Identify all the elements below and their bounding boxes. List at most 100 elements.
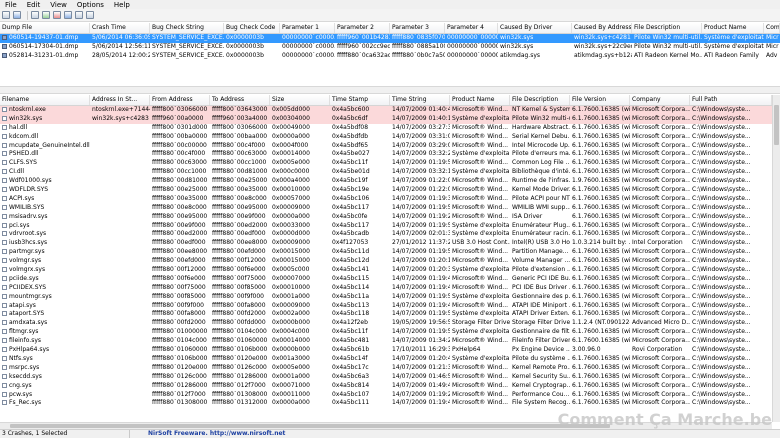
html-report-icon[interactable] [75, 11, 83, 19]
table-row[interactable]: Wdf01000.sys fffff880`00d81000 fffff880`00… [0, 177, 780, 186]
column-header-time-stamp[interactable]: Time Stamp [330, 95, 390, 105]
crash-list-header[interactable]: Dump File Crash Time Bug Check String Bug C… [0, 23, 780, 34]
cell-size: 0x0005e000 [272, 159, 310, 167]
column-header-comp[interactable]: Comp [764, 23, 780, 33]
column-header-caused-by-driver[interactable]: Caused By Driver [498, 23, 572, 33]
table-row[interactable]: atapi.sys fffff880`00f9f000 fffff880`00fa8… [0, 302, 780, 311]
cell-size: 0x00015000 [272, 257, 310, 265]
column-header-to-address[interactable]: To Address [210, 95, 270, 105]
table-row[interactable]: PxHlpa64.sys fffff880`01060000 fffff880`01… [0, 346, 780, 355]
pane-splitter[interactable] [0, 86, 780, 94]
driver-list-vertical-scrollbar[interactable] [772, 95, 780, 422]
scrollbar-thumb[interactable] [774, 105, 779, 145]
status-nirsoft-link[interactable]: NirSoft Freeware. http://www.nirsoft.net [130, 430, 285, 438]
column-header-parameter-3[interactable]: Parameter 3 [390, 23, 445, 33]
table-row[interactable]: partmgr.sys fffff880`00ee8000 fffff880`00e… [0, 248, 780, 257]
column-header-product-name[interactable]: Product Name [702, 23, 764, 33]
refresh-icon[interactable] [42, 11, 50, 19]
table-row[interactable]: WMILIB.SYS fffff880`00e8c000 fffff880`00e9… [0, 204, 780, 213]
cell-text: 060514-17304-01.dmp [9, 42, 79, 50]
column-header-caused-by-address[interactable]: Caused By Address [572, 23, 632, 33]
cell-to-address: fffff800`03066000 [212, 123, 268, 131]
properties-icon[interactable] [53, 11, 61, 19]
copy-icon[interactable] [31, 11, 39, 19]
table-row[interactable]: cng.sys fffff880`01286000 fffff880`012f700… [0, 382, 780, 391]
scrollbar-thumb-horizontal[interactable] [10, 424, 610, 428]
column-header-file-description[interactable]: File Description [632, 23, 702, 33]
table-row[interactable]: ataport.SYS fffff880`00fa8000 fffff880`00f… [0, 310, 780, 319]
table-row[interactable]: win32k.sys win32k.sys+c4283 fffff960`00a00… [0, 114, 780, 124]
column-header-bug-check-code[interactable]: Bug Check Code [224, 23, 280, 33]
table-row[interactable]: mountmgr.sys fffff880`00f85000 fffff880`00… [0, 293, 780, 302]
open-icon[interactable] [13, 11, 21, 19]
table-row[interactable]: CI.dll fffff880`00cc1000 fffff880`00d81000… [0, 168, 780, 177]
table-row[interactable]: PCIIDEX.SYS fffff880`00f75000 fffff880`00f… [0, 284, 780, 293]
column-header-from-address[interactable]: From Address [150, 95, 210, 105]
column-header-crash-time[interactable]: Crash Time [90, 23, 150, 33]
cell-to-address: fffff880`00e8c000 [212, 194, 267, 202]
table-row[interactable]: iusb3hcs.sys fffff880`00edf000 fffff880`00… [0, 239, 780, 248]
menu-view[interactable]: View [45, 1, 72, 9]
column-header-time-string[interactable]: Time String [390, 95, 450, 105]
table-row[interactable]: fileinfo.sys fffff880`0104c000 fffff880`01… [0, 337, 780, 346]
table-row[interactable]: amdxata.sys fffff880`00fd2000 fffff880`00f… [0, 319, 780, 328]
cell-filename: pci.sys [0, 222, 90, 231]
options-icon[interactable] [86, 11, 94, 19]
table-row[interactable]: Fs_Rec.sys fffff880`01308000 fffff880`0131… [0, 399, 780, 408]
column-header-size[interactable]: Size [270, 95, 330, 105]
table-row[interactable]: 060514-17304-01.dmp 5/06/2014 12:56:11 SYS… [0, 43, 780, 52]
crash-list[interactable]: Dump File Crash Time Bug Check String Bug C… [0, 23, 780, 86]
table-row[interactable]: ksecdd.sys fffff880`0126c000 fffff880`0128… [0, 373, 780, 382]
driver-file-icon [2, 320, 7, 326]
table-row[interactable]: pci.sys fffff880`00e9f000 fffff880`00ed200… [0, 222, 780, 231]
driver-list[interactable]: Filename Address In St... From Address To A… [0, 95, 780, 422]
column-header-parameter-1[interactable]: Parameter 1 [280, 23, 335, 33]
save-icon[interactable] [2, 11, 10, 19]
cell-time-stamp: 0x4a5bc141 [332, 266, 370, 274]
table-row[interactable]: volmgrx.sys fffff880`00f12000 fffff880`00f… [0, 266, 780, 275]
table-row[interactable]: msisadrv.sys fffff880`00e95000 fffff880`00… [0, 213, 780, 222]
column-header-bug-check-string[interactable]: Bug Check String [150, 23, 224, 33]
cell-size: 0x00010000 [272, 283, 310, 291]
find-icon[interactable] [64, 11, 72, 19]
menu-help[interactable]: Help [109, 1, 135, 9]
table-row[interactable]: PSHED.dll fffff880`00c4f000 fffff880`00c63… [0, 150, 780, 159]
cell-parameter-2: fffff960`001b4281 [337, 34, 390, 41]
menu-edit[interactable]: Edit [22, 1, 46, 9]
column-header-file-description[interactable]: File Description [510, 95, 570, 105]
cell-size: 0x00057000 [272, 194, 310, 202]
column-header-parameter-4[interactable]: Parameter 4 [445, 23, 498, 33]
table-row[interactable]: kdcom.dll fffff800`00ba0000 fffff800`00baa… [0, 133, 780, 142]
menu-file[interactable]: File [0, 1, 22, 9]
table-row[interactable]: 060514-19437-01.dmp 5/06/2014 06:36:05 SYS… [0, 34, 780, 43]
column-header-filename[interactable]: Filename [0, 95, 90, 105]
table-row[interactable]: hal.dll fffff800`0301d000 fffff800`0306600… [0, 124, 780, 133]
table-row[interactable]: Ntfs.sys fffff880`0106b000 fffff880`0120e0… [0, 355, 780, 364]
table-row[interactable]: WDFLDR.SYS fffff880`00e25000 fffff880`00e3… [0, 186, 780, 195]
cell-text: ntoskrnl.exe [9, 106, 46, 113]
column-header-dump-file[interactable]: Dump File [0, 23, 90, 33]
driver-list-header[interactable]: Filename Address In St... From Address To A… [0, 95, 780, 106]
table-row[interactable]: vdrvroot.sys fffff880`00ed2000 fffff880`00… [0, 230, 780, 239]
column-header-file-version[interactable]: File Version [570, 95, 630, 105]
cell-full-path: C:\Windows\syste... [692, 186, 751, 194]
table-row[interactable]: ntoskrnl.exe ntoskrnl.exe+71444 fffff800`0… [0, 106, 780, 115]
cell-company: Microsoft Corpora... [632, 310, 690, 318]
table-row[interactable]: ACPI.sys fffff880`00e35000 fffff880`00e8c0… [0, 195, 780, 204]
table-row[interactable]: volmgr.sys fffff880`00efd000 fffff880`00f1… [0, 257, 780, 266]
menu-options[interactable]: Options [72, 1, 109, 9]
table-row[interactable]: pciide.sys fffff880`00f6e000 fffff880`00f7… [0, 275, 780, 284]
cell-filename: fltmgr.sys [0, 328, 90, 337]
table-row[interactable]: pcw.sys fffff880`012f7000 fffff880`0130800… [0, 391, 780, 400]
table-row[interactable]: CLFS.SYS fffff880`00c63000 fffff880`00cc10… [0, 159, 780, 168]
table-row[interactable]: msrpc.sys fffff880`0120e000 fffff880`0126c… [0, 364, 780, 373]
cell-bug-check-string: SYSTEM_SERVICE_EXCE... [152, 51, 224, 59]
column-header-parameter-2[interactable]: Parameter 2 [335, 23, 390, 33]
column-header-address-in-st[interactable]: Address In St... [90, 95, 150, 105]
table-row[interactable]: fltmgr.sys fffff880`01000000 fffff880`0104… [0, 328, 780, 337]
column-header-product-name[interactable]: Product Name [450, 95, 510, 105]
column-header-full-path[interactable]: Full Path [690, 95, 772, 105]
table-row[interactable]: 052814-31231-01.dmp 28/05/2014 12:00:21 SY… [0, 52, 780, 61]
column-header-company[interactable]: Company [630, 95, 690, 105]
table-row[interactable]: mcupdate_GenuineIntel.dll fffff880`00c000… [0, 142, 780, 151]
